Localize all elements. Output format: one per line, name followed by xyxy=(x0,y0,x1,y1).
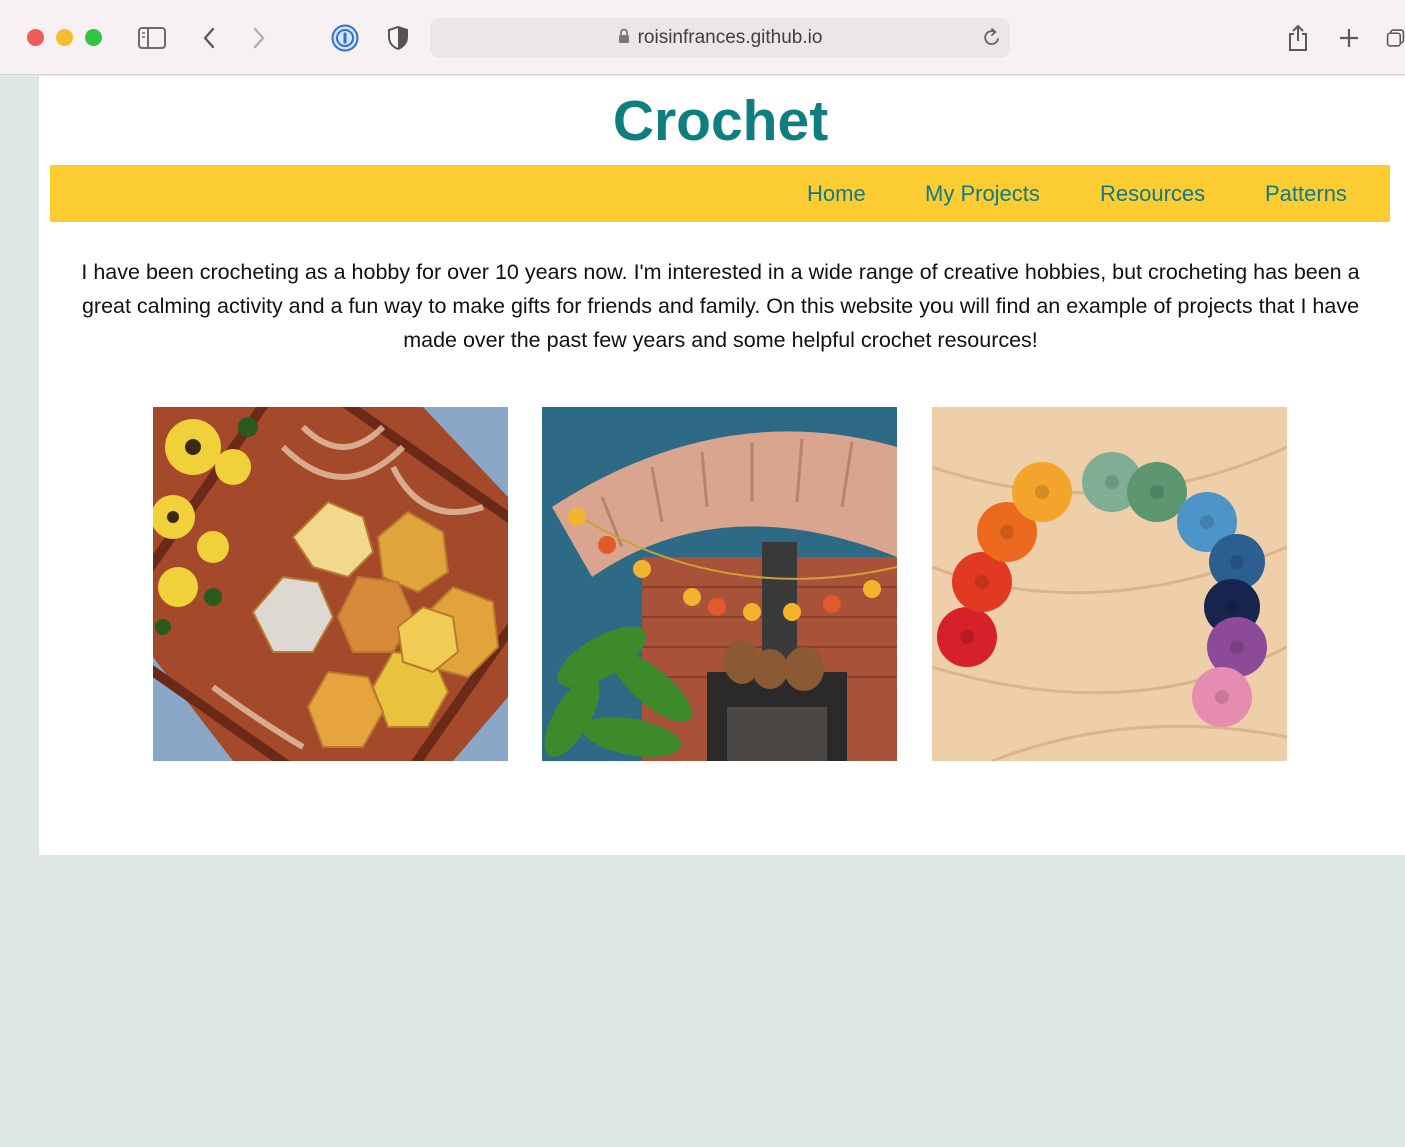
sidebar-icon[interactable] xyxy=(137,22,167,54)
web-page: Crochet Home My Projects Resources Patte… xyxy=(39,76,1405,855)
site-title: Crochet xyxy=(612,89,829,153)
password-manager-icon[interactable] xyxy=(330,22,360,54)
forward-icon[interactable] xyxy=(250,22,268,54)
nav-bar: Home My Projects Resources Patterns xyxy=(50,165,1390,222)
zoom-window-button[interactable] xyxy=(85,29,102,46)
nav-link-patterns[interactable]: Patterns xyxy=(1265,181,1347,207)
new-tab-icon[interactable] xyxy=(1337,22,1361,54)
nav-link-my-projects[interactable]: My Projects xyxy=(925,181,1040,207)
minimize-window-button[interactable] xyxy=(56,29,73,46)
close-window-button[interactable] xyxy=(27,29,44,46)
rainbow-flowers-photo xyxy=(932,407,1287,761)
address-bar[interactable]: roisinfrances.github.io xyxy=(430,18,1010,58)
tab-overview-icon[interactable] xyxy=(1386,22,1405,54)
share-icon[interactable] xyxy=(1286,22,1310,54)
url-text: roisinfrances.github.io xyxy=(637,27,823,48)
hexagon-coasters-photo xyxy=(153,407,508,761)
lock-icon xyxy=(618,28,630,49)
privacy-shield-icon[interactable] xyxy=(386,22,410,54)
reload-icon[interactable] xyxy=(982,27,1002,54)
intro-paragraph: I have been crocheting as a hobby for ov… xyxy=(81,260,1360,352)
nav-link-home[interactable]: Home xyxy=(807,181,866,207)
back-icon[interactable] xyxy=(200,22,218,54)
nav-link-resources[interactable]: Resources xyxy=(1100,181,1205,207)
fireplace-garland-photo xyxy=(542,407,897,761)
browser-toolbar: roisinfrances.github.io xyxy=(0,0,1405,75)
